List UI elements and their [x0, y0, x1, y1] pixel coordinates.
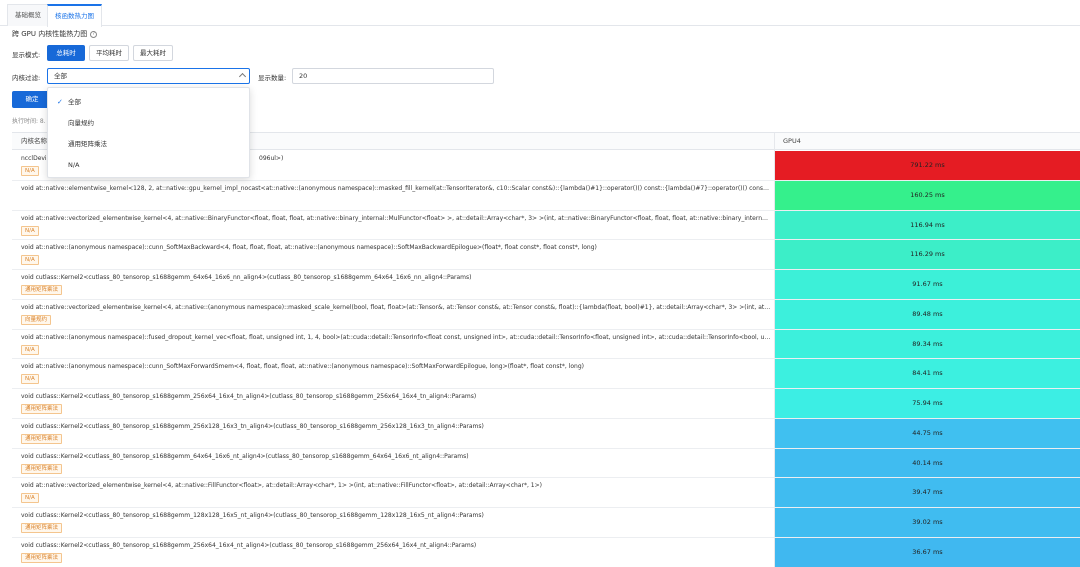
heatmap-table: 内核名称 GPU4 ncclDevi 096ul>) N/A 791.22 ms voi…	[12, 132, 1080, 567]
dropdown-option-label: 向量规约	[68, 119, 94, 127]
kernel-name: void at::native::elementwise_kernel<128,…	[21, 184, 771, 192]
heatmap-cell-value: 116.29 ms	[910, 250, 945, 259]
table-row[interactable]: void at::native::elementwise_kernel<128,…	[12, 180, 1080, 211]
tab-bar: 基础概览 核函数热力图	[0, 0, 1080, 27]
kernel-name: void at::native::vectorized_elementwise_…	[21, 303, 771, 311]
kernel-type-tag: N/A	[21, 225, 39, 236]
kernel-name: void at::native::(anonymous namespace)::…	[21, 244, 597, 252]
dropdown-option-vector-reduce[interactable]: 向量规约	[48, 113, 249, 133]
heatmap-cell-value: 91.67 ms	[912, 280, 943, 288]
kernel-name: void cutlass::Kernel2<cutlass_80_tensoro…	[21, 512, 484, 519]
exec-time-label: 执行时间: 8.	[12, 118, 46, 125]
confirm-button[interactable]: 确定	[12, 91, 52, 108]
kernel-name: void cutlass::Kernel2<cutlass_80_tensoro…	[21, 274, 472, 281]
table-row[interactable]: void cutlass::Kernel2<cutlass_80_tensoro…	[12, 448, 1080, 479]
table-row[interactable]: void at::native::(anonymous namespace)::…	[12, 359, 1080, 389]
kernel-name: void cutlass::Kernel2<cutlass_80_tensoro…	[21, 452, 469, 460]
page-title-text: 跨 GPU 内核性能热力图	[12, 30, 88, 38]
dropdown-option-gemm[interactable]: 通用矩阵乘法	[48, 134, 249, 154]
kernel-name: void cutlass::Kernel2<cutlass_80_tensoro…	[21, 422, 484, 430]
kernel-type-tag: N/A	[21, 166, 39, 176]
heatmap-cell[interactable]: 36.67 ms	[775, 537, 1080, 567]
heatmap-cell-value: 89.34 ms	[912, 339, 943, 348]
tab-kernel-heatmap[interactable]: 核函数热力图	[47, 4, 102, 27]
kernel-filter-select[interactable]: 全部	[47, 68, 250, 84]
heatmap-cell-value: 160.25 ms	[910, 190, 945, 199]
dropdown-option-na[interactable]: N/A	[48, 155, 249, 175]
heatmap-cell[interactable]: 40.14 ms	[775, 448, 1080, 478]
kernel-filter-dropdown: ✓ 全部 向量规约 通用矩阵乘法 N/A	[47, 87, 250, 178]
kernel-type-tag: 向量规约	[21, 314, 52, 325]
heatmap-cell-value: 84.41 ms	[912, 369, 943, 378]
heatmap-cell[interactable]: 84.41 ms	[775, 359, 1080, 388]
table-row[interactable]: void cutlass::Kernel2<cutlass_80_tensoro…	[12, 270, 1080, 300]
heatmap-cell-value: 116.94 ms	[910, 220, 945, 229]
heatmap-cell[interactable]: 791.22 ms	[775, 151, 1080, 180]
column-header-gpu4: GPU4	[783, 137, 801, 145]
kernel-name: void at::native::vectorized_elementwise_…	[21, 482, 542, 490]
kernel-type-tag: 通用矩阵乘法	[21, 523, 63, 533]
kernel-name: void at::native::(anonymous namespace)::…	[21, 363, 584, 371]
heatmap-cell-value: 39.47 ms	[912, 488, 943, 497]
heatmap-cell-value: 39.02 ms	[912, 518, 943, 526]
kernel-type-tag: 通用矩阵乘法	[21, 463, 63, 474]
heatmap-cell[interactable]: 116.29 ms	[775, 240, 1080, 269]
table-row[interactable]: void cutlass::Kernel2<cutlass_80_tensoro…	[12, 418, 1080, 449]
kernel-type-tag: 通用矩阵乘法	[21, 404, 63, 414]
kernel-type-tag: N/A	[21, 374, 39, 385]
kernel-name: void at::native::(anonymous namespace)::…	[21, 333, 771, 341]
heatmap-cell-value: 791.22 ms	[910, 161, 945, 169]
kernel-type-tag: 通用矩阵乘法	[21, 552, 63, 563]
kernel-type-tag: 通用矩阵乘法	[21, 285, 63, 295]
page-title: 跨 GPU 内核性能热力图 ?	[12, 29, 98, 39]
tab-overview[interactable]: 基础概览	[7, 4, 49, 26]
kernel-type-tag: N/A	[21, 255, 39, 266]
heatmap-cell-value: 36.67 ms	[912, 547, 943, 556]
table-row[interactable]: void at::native::vectorized_elementwise_…	[12, 210, 1080, 241]
kernel-filter-label: 内核过滤:	[12, 74, 41, 82]
mode-average-button[interactable]: 平均耗时	[89, 45, 129, 61]
display-count-input[interactable]: 20	[292, 68, 494, 84]
heatmap-cell[interactable]: 116.94 ms	[775, 210, 1080, 240]
kernel-filter-value: 全部	[54, 72, 67, 80]
heatmap-cell[interactable]: 160.25 ms	[775, 180, 1080, 210]
dropdown-option-label: N/A	[68, 161, 80, 169]
heatmap-cell[interactable]: 91.67 ms	[775, 270, 1080, 299]
kernel-name: void at::native::vectorized_elementwise_…	[21, 214, 771, 222]
heatmap-cell[interactable]: 44.75 ms	[775, 418, 1080, 448]
kernel-name: void cutlass::Kernel2<cutlass_80_tensoro…	[21, 393, 477, 400]
heatmap-cell[interactable]: 39.47 ms	[775, 478, 1080, 507]
heatmap-cell[interactable]: 89.34 ms	[775, 329, 1080, 359]
column-header-kernel-name: 内核名称	[21, 137, 47, 145]
heatmap-cell[interactable]: 89.48 ms	[775, 299, 1080, 329]
table-row[interactable]: void cutlass::Kernel2<cutlass_80_tensoro…	[12, 537, 1080, 567]
kernel-type-tag: N/A	[21, 493, 39, 504]
help-icon[interactable]: ?	[90, 30, 98, 38]
dropdown-option-all[interactable]: ✓ 全部	[48, 92, 249, 112]
display-mode-label: 显示模式:	[12, 51, 41, 59]
heatmap-cell-value: 40.14 ms	[912, 458, 943, 467]
table-row[interactable]: void at::native::(anonymous namespace)::…	[12, 240, 1080, 270]
chevron-up-icon	[238, 72, 247, 81]
table-row[interactable]: void cutlass::Kernel2<cutlass_80_tensoro…	[12, 389, 1080, 419]
mode-total-button[interactable]: 总耗时	[47, 45, 85, 61]
table-row[interactable]: void at::native::vectorized_elementwise_…	[12, 299, 1080, 330]
table-row[interactable]: void at::native::(anonymous namespace)::…	[12, 329, 1080, 360]
table-row[interactable]: void at::native::vectorized_elementwise_…	[12, 478, 1080, 508]
mode-max-button[interactable]: 最大耗时	[133, 45, 173, 61]
kernel-type-tag: N/A	[21, 344, 39, 355]
heatmap-cell[interactable]: 39.02 ms	[775, 508, 1080, 537]
kernel-type-tag: 通用矩阵乘法	[21, 433, 63, 444]
dropdown-option-label: 全部	[68, 98, 81, 106]
table-row[interactable]: void cutlass::Kernel2<cutlass_80_tensoro…	[12, 508, 1080, 538]
dropdown-option-label: 通用矩阵乘法	[68, 140, 107, 148]
kernel-name: void cutlass::Kernel2<cutlass_80_tensoro…	[21, 541, 477, 549]
heatmap-cell-value: 89.48 ms	[912, 309, 943, 318]
heatmap-cell[interactable]: 75.94 ms	[775, 389, 1080, 418]
display-count-label: 显示数量:	[258, 74, 287, 82]
heatmap-cell-value: 44.75 ms	[912, 428, 943, 437]
kernel-name-tail: 096ul>)	[259, 155, 284, 162]
check-icon: ✓	[57, 98, 63, 106]
heatmap-cell-value: 75.94 ms	[912, 399, 943, 407]
